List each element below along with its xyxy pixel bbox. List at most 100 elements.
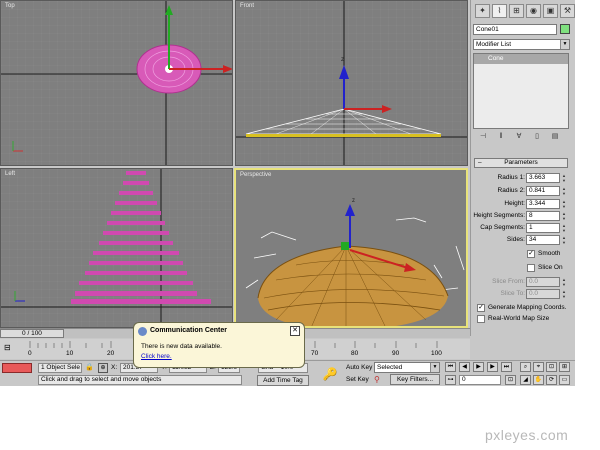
play-icon[interactable]: ▶ (473, 362, 484, 372)
key-filters-button[interactable]: Key Filters... (390, 374, 440, 385)
selection-set-dropdown[interactable]: Selected ▼ (374, 362, 440, 373)
display-icon[interactable]: ▣ (543, 4, 558, 18)
selection-count: 1 Object Sele (38, 363, 82, 373)
arc-rotate-icon[interactable]: ⟳ (546, 375, 557, 385)
remove-modifier-icon[interactable]: ▯ (531, 131, 543, 142)
popup-link[interactable]: Click here. (141, 353, 172, 360)
spinner-icon[interactable]: ▲ ▼ (561, 173, 567, 183)
spinner-icon[interactable]: ▲ ▼ (561, 277, 567, 287)
modifier-stack-tools: ⊣ ‖ ∀ ▯ ▤ (473, 131, 569, 143)
go-to-end-icon[interactable]: ⏭ (501, 362, 512, 372)
spinner-icon[interactable]: ▲ ▼ (561, 235, 567, 245)
configure-modifier-sets-icon[interactable]: ▤ (549, 131, 561, 142)
tick-label: 70 (311, 350, 319, 357)
param-radius1: Radius 1: 3.663 ▲ ▼ (472, 173, 572, 184)
absolute-mode-icon[interactable]: ⊕ (98, 363, 108, 373)
zoom-all-icon[interactable]: ⌖ (533, 362, 544, 372)
show-end-result-icon[interactable]: ‖ (495, 131, 507, 142)
viewport-label[interactable]: Left (5, 171, 15, 177)
tick-label: 80 (351, 350, 359, 357)
viewport-perspective-canvas: z (236, 170, 466, 326)
real-world-map-label: Real-World Map Size (488, 315, 550, 322)
object-color-swatch[interactable] (560, 24, 570, 34)
viewport-perspective[interactable]: z Perspective (234, 168, 468, 328)
param-input[interactable]: 34 (526, 235, 560, 245)
chevron-down-icon: ▼ (560, 40, 569, 49)
viewport-top[interactable]: Top (0, 0, 233, 166)
parameters-rollout-header[interactable]: – Parameters (474, 158, 568, 168)
zoom-extents-icon[interactable]: ⊡ (546, 362, 557, 372)
svg-text:z: z (352, 198, 355, 204)
param-label: Height: (504, 200, 525, 207)
prompt-line: Click and drag to select and move object… (38, 375, 242, 385)
param-input[interactable]: 0.0 (526, 277, 560, 287)
param-label: Slice From: (492, 278, 525, 285)
popup-message: There is new data available. (141, 343, 222, 350)
modify-icon[interactable]: ⌇ (492, 4, 507, 18)
modifier-stack-item[interactable]: Cone (474, 54, 568, 64)
param-input[interactable]: 1 (526, 223, 560, 233)
spinner-icon[interactable]: ▲ ▼ (561, 211, 567, 221)
spinner-icon[interactable]: ▲ ▼ (561, 186, 567, 196)
real-world-map-checkbox[interactable] (477, 315, 485, 323)
viewport-label[interactable]: Top (5, 3, 15, 9)
param-input[interactable]: 0.841 (526, 186, 560, 196)
modifier-stack[interactable]: Cone (473, 53, 569, 129)
auto-key-label: Auto Key (346, 364, 373, 371)
param-slice-from: Slice From: 0.0 ▲ ▼ (472, 277, 572, 288)
param-slice-to: Slice To: 0.0 ▲ ▼ (472, 289, 572, 300)
pan-icon[interactable]: ✋ (533, 375, 544, 385)
param-label: Radius 2: (497, 187, 525, 194)
param-label: Slice To: (500, 290, 525, 297)
x-label: X: (111, 364, 118, 371)
go-to-start-icon[interactable]: ⏮ (445, 362, 456, 372)
param-height: Height: 3.344 ▲ ▼ (472, 199, 572, 210)
popup-title: Communication Center (150, 327, 228, 334)
close-icon[interactable]: ✕ (290, 326, 300, 336)
key-mode-icon[interactable]: 🔑 (318, 364, 342, 384)
maximize-viewport-icon[interactable]: ▭ (559, 375, 570, 385)
param-input[interactable]: 0.0 (526, 289, 560, 299)
create-icon[interactable]: ✦ (475, 4, 490, 18)
spinner-icon[interactable]: ▲ ▼ (561, 289, 567, 299)
field-of-view-icon[interactable]: ◢ (520, 375, 531, 385)
slice-on-checkbox[interactable] (527, 264, 535, 272)
viewport-front[interactable]: z Front (235, 0, 468, 166)
next-frame-icon[interactable]: ▶ (487, 362, 498, 372)
pin-stack-icon[interactable]: ⊣ (477, 131, 489, 142)
param-sides: Sides: 34 ▲ ▼ (472, 235, 572, 246)
current-frame-field[interactable]: 0 (459, 375, 501, 385)
param-input[interactable]: 8 (526, 211, 560, 221)
time-slider-thumb[interactable]: 0 / 100 (0, 329, 64, 338)
hierarchy-icon[interactable]: ⊞ (509, 4, 524, 18)
spinner-icon[interactable]: ▲ ▼ (561, 199, 567, 209)
param-input[interactable]: 3.344 (526, 199, 560, 209)
make-unique-icon[interactable]: ∀ (513, 131, 525, 142)
utilities-icon[interactable]: ⚒ (560, 4, 575, 18)
viewport-left-canvas (1, 169, 232, 327)
lock-icon[interactable]: 🔒 (85, 363, 95, 373)
time-configuration-icon[interactable]: ⊡ (505, 375, 516, 385)
smooth-checkbox[interactable]: ✓ (527, 250, 535, 258)
svg-text:z: z (341, 57, 344, 63)
modifier-list-dropdown[interactable]: Modifier List ▼ (473, 39, 570, 50)
set-key-icon[interactable]: ⚲ (374, 374, 386, 386)
viewport-left[interactable]: Left (0, 168, 233, 328)
spinner-icon[interactable]: ▲ ▼ (561, 223, 567, 233)
param-input[interactable]: 3.663 (526, 173, 560, 183)
maxscript-listener-icon[interactable] (2, 363, 32, 373)
param-label: Radius 1: (497, 174, 525, 181)
previous-frame-icon[interactable]: ◀ (459, 362, 470, 372)
key-mode-toggle-icon[interactable]: ⊶ (445, 375, 456, 385)
add-time-tag-button[interactable]: Add Time Tag (257, 375, 309, 386)
viewport-label[interactable]: Front (240, 3, 254, 9)
viewport-label[interactable]: Perspective (240, 172, 271, 178)
motion-icon[interactable]: ◉ (526, 4, 541, 18)
slice-on-label: Slice On (538, 264, 563, 271)
zoom-extents-all-icon[interactable]: ⊞ (559, 362, 570, 372)
generate-mapping-label: Generate Mapping Coords. (488, 304, 567, 311)
object-name-field[interactable]: Cone01 (473, 24, 557, 35)
generate-mapping-checkbox[interactable]: ✓ (477, 304, 485, 312)
tick-label: 20 (107, 350, 115, 357)
zoom-icon[interactable]: ⌕ (520, 362, 531, 372)
